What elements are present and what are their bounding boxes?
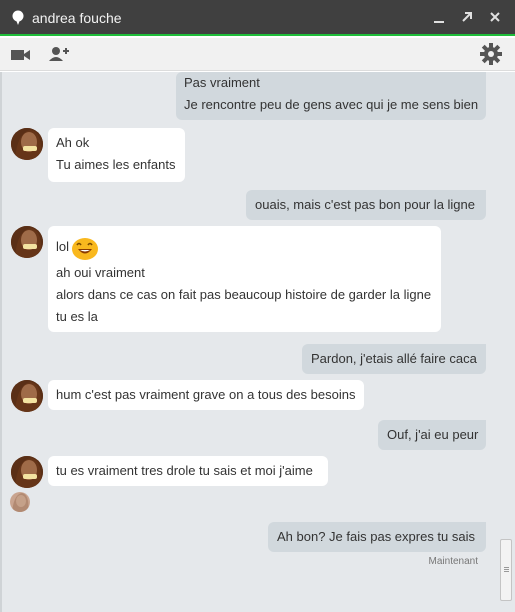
close-icon[interactable]: [487, 9, 503, 25]
popout-icon[interactable]: [459, 9, 475, 25]
outgoing-message: Ouf, j'ai eu peur: [378, 420, 486, 450]
scrollbar-thumb[interactable]: [500, 539, 512, 601]
add-person-icon[interactable]: [48, 44, 70, 64]
avatar: [11, 380, 43, 412]
incoming-message: hum c'est pas vraiment grave on a tous d…: [48, 380, 364, 410]
message-text: Ouf, j'ai eu peur: [387, 427, 479, 442]
message-text: Ah bon? Je fais pas expres tu sais: [277, 529, 476, 544]
message-list[interactable]: Pas vraiment Je rencontre peu de gens av…: [0, 72, 515, 612]
grip-line: [504, 569, 509, 570]
grip-line: [504, 567, 509, 568]
message-text: Pas vraiment: [184, 75, 260, 90]
outgoing-message: Pas vraiment Je rencontre peu de gens av…: [176, 72, 486, 120]
message-line-with-emoji: lol: [56, 232, 433, 262]
status-bubble-icon: [12, 10, 24, 26]
avatar: [11, 456, 43, 488]
message-text: tu es la: [56, 309, 98, 324]
incoming-message: Ah ok Tu aimes les enfants: [48, 128, 185, 182]
incoming-message: tu es vraiment tres drole tu sais et moi…: [48, 456, 328, 486]
avatar: [11, 226, 43, 258]
avatar: [11, 128, 43, 160]
chat-window-titlebar[interactable]: andrea fouche: [0, 0, 515, 36]
message-text: alors dans ce cas on fait pas beaucoup h…: [56, 287, 432, 302]
message-text: ah oui vraiment: [56, 265, 145, 280]
video-call-icon[interactable]: [10, 44, 32, 64]
chat-toolbar: [0, 38, 515, 71]
message-text: ouais, mais c'est pas bon pour la ligne: [255, 197, 475, 212]
message-text: Ah ok: [56, 135, 90, 150]
message-text: Je rencontre peu de gens avec qui je me …: [184, 97, 479, 112]
grinning-emoji: [71, 235, 99, 261]
message-text: hum c'est pas vraiment grave on a tous d…: [56, 387, 356, 402]
grip-line: [504, 571, 509, 572]
contact-name[interactable]: andrea fouche: [32, 10, 122, 26]
outgoing-message: Pardon, j'etais allé faire caca: [302, 344, 486, 374]
message-text: Pardon, j'etais allé faire caca: [311, 351, 477, 366]
gear-icon[interactable]: [480, 43, 502, 65]
divider: [0, 72, 2, 612]
read-receipt-avatar: [10, 492, 30, 512]
message-text: tu es vraiment tres drole tu sais et moi…: [56, 463, 313, 478]
outgoing-message: Ah bon? Je fais pas expres tu sais: [268, 522, 486, 552]
scrollbar-track[interactable]: [499, 72, 513, 612]
message-timestamp: Maintenant: [428, 556, 478, 567]
minimize-icon[interactable]: [431, 9, 447, 25]
outgoing-message: ouais, mais c'est pas bon pour la ligne: [246, 190, 486, 220]
incoming-message: lol ah oui vraiment alors dans ce cas on…: [48, 226, 441, 332]
message-text: lol: [56, 239, 70, 254]
message-text: Tu aimes les enfants: [56, 157, 176, 172]
